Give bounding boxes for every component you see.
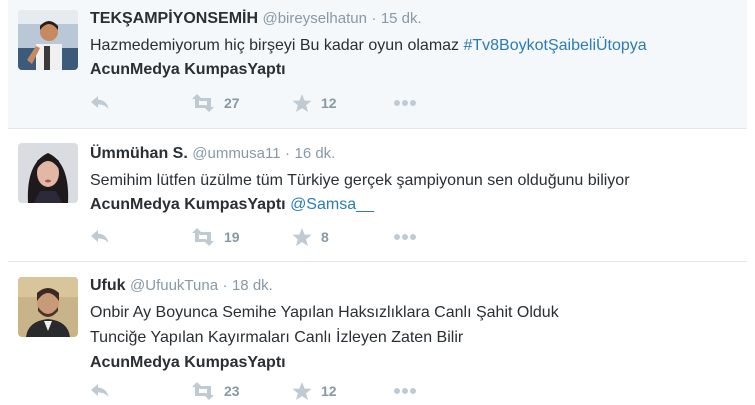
tweet-text-line: AcunMedya KumpasYaptı xyxy=(90,58,737,82)
reply-button[interactable] xyxy=(90,93,110,113)
meta-separator: · xyxy=(371,10,377,27)
favorite-count: 12 xyxy=(321,383,337,399)
tweet-text: Semihim lütfen üzülme tüm Türkiye gerçek… xyxy=(90,169,737,217)
favorite-button[interactable]: 12 xyxy=(292,381,337,401)
more-button[interactable] xyxy=(393,93,417,113)
star-icon xyxy=(292,381,312,400)
tweet-timestamp[interactable]: 16 dk. xyxy=(294,145,335,162)
favorite-button[interactable]: 12 xyxy=(292,93,337,113)
tweet-timestamp[interactable]: 18 dk. xyxy=(232,277,273,294)
text-segment: Semihim lütfen üzülme tüm Türkiye gerçek… xyxy=(90,172,630,189)
tweet-header: Ümmühan S. @ummusa11 · 16 dk. xyxy=(90,144,737,164)
retweet-button[interactable]: 27 xyxy=(191,93,240,113)
tweet-text-line: Tunciğe Yapılan Kayırmaları Canlı İzleye… xyxy=(90,325,737,350)
retweet-count: 27 xyxy=(224,95,240,111)
avatar[interactable] xyxy=(18,277,78,337)
tweet-text-line: Onbir Ay Boyunca Semihe Yapılan Haksızlı… xyxy=(90,300,737,325)
bold-text-segment: AcunMedya KumpasYaptı xyxy=(90,196,286,213)
retweet-icon xyxy=(192,382,214,400)
mention-link[interactable]: @Samsa__ xyxy=(290,196,374,213)
reply-icon xyxy=(91,96,109,109)
tweet-header: Ufuk @UfuukTuna · 18 dk. xyxy=(90,276,737,296)
tweet-header: TEKŞAMPİYONSEMİH @bireyselhatun · 15 dk. xyxy=(90,9,737,29)
avatar[interactable] xyxy=(18,10,78,70)
author-name[interactable]: Ümmühan S. xyxy=(90,145,188,162)
tweet-text-line: AcunMedya KumpasYaptı xyxy=(90,350,737,375)
author-username[interactable]: @ummusa11 xyxy=(192,145,280,162)
tweet-text: Hazmedemiyorum hiç birşeyi Bu kadar oyun… xyxy=(90,34,737,82)
author-username[interactable]: @UfuukTuna xyxy=(130,277,218,294)
reply-button[interactable] xyxy=(90,381,110,401)
retweet-count: 19 xyxy=(224,229,240,245)
favorite-count: 12 xyxy=(321,95,337,111)
tweet-3[interactable]: Ufuk @UfuukTuna · 18 dk. Onbir Ay Boyunc… xyxy=(8,263,747,405)
retweet-icon xyxy=(192,94,214,112)
retweet-icon xyxy=(192,228,214,246)
tweet-text-line: Semihim lütfen üzülme tüm Türkiye gerçek… xyxy=(90,169,737,193)
avatar[interactable] xyxy=(18,143,78,203)
author-name[interactable]: TEKŞAMPİYONSEMİH xyxy=(90,10,258,27)
favorite-count: 8 xyxy=(321,229,329,245)
tweet-timestamp[interactable]: 15 dk. xyxy=(381,10,422,27)
text-segment: Hazmedemiyorum hiç birşeyi Bu kadar oyun… xyxy=(90,37,464,54)
bold-text-segment: AcunMedya KumpasYaptı xyxy=(90,61,286,78)
author-username[interactable]: @bireyselhatun xyxy=(262,10,366,27)
star-icon xyxy=(292,227,312,246)
favorite-button[interactable]: 8 xyxy=(292,227,329,247)
retweet-count: 23 xyxy=(224,383,240,399)
text-segment: Onbir Ay Boyunca Semihe Yapılan Haksızlı… xyxy=(90,304,559,321)
meta-separator: · xyxy=(285,145,291,162)
hashtag-link[interactable]: #Tv8BoykotŞaibeliÜtopya xyxy=(463,37,646,54)
tweet-text-line: AcunMedya KumpasYaptı @Samsa__ xyxy=(90,193,737,217)
tweet-text: Onbir Ay Boyunca Semihe Yapılan Haksızlı… xyxy=(90,300,737,375)
text-segment: Tunciğe Yapılan Kayırmaları Canlı İzleye… xyxy=(90,329,464,346)
more-icon xyxy=(394,234,416,240)
bold-text-segment: AcunMedya KumpasYaptı xyxy=(90,354,286,371)
reply-icon xyxy=(91,384,109,397)
tweet-1[interactable]: TEKŞAMPİYONSEMİH @bireyselhatun · 15 dk.… xyxy=(8,0,747,129)
star-icon xyxy=(292,93,312,112)
more-button[interactable] xyxy=(393,381,417,401)
more-icon xyxy=(394,100,416,106)
author-name[interactable]: Ufuk xyxy=(90,277,126,294)
tweet-2[interactable]: Ümmühan S. @ummusa11 · 16 dk. Semihim lü… xyxy=(8,130,747,262)
retweet-button[interactable]: 23 xyxy=(191,381,240,401)
retweet-button[interactable]: 19 xyxy=(191,227,240,247)
meta-separator: · xyxy=(222,277,228,294)
more-button[interactable] xyxy=(393,227,417,247)
more-icon xyxy=(394,388,416,394)
reply-icon xyxy=(91,230,109,243)
tweet-timeline: TEKŞAMPİYONSEMİH @bireyselhatun · 15 dk.… xyxy=(0,0,755,405)
reply-button[interactable] xyxy=(90,227,110,247)
tweet-text-line: Hazmedemiyorum hiç birşeyi Bu kadar oyun… xyxy=(90,34,737,58)
